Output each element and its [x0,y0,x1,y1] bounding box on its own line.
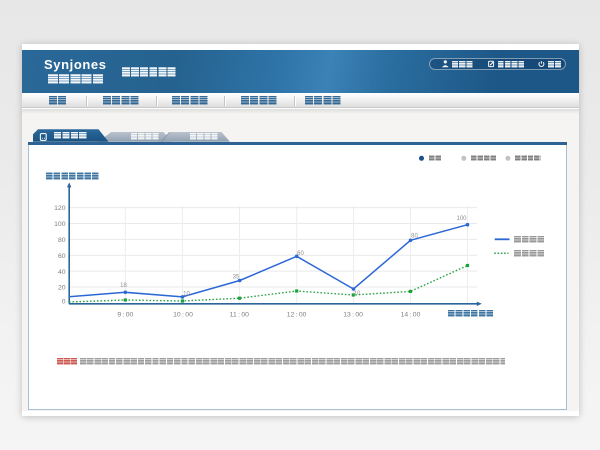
svg-text:9 : 00: 9 : 00 [117,312,133,319]
svg-text:0: 0 [62,298,66,305]
svg-text:18: 18 [120,283,127,289]
svg-text:80: 80 [411,233,418,239]
svg-text:20: 20 [58,285,66,292]
svg-text:120: 120 [54,205,66,212]
svg-text:60: 60 [297,251,304,257]
svg-text:14 : 00: 14 : 00 [401,312,421,319]
svg-text:10 : 00: 10 : 00 [173,312,193,319]
svg-text:11 : 00: 11 : 00 [230,312,249,319]
svg-text:100: 100 [456,216,467,222]
svg-text:10: 10 [183,291,190,297]
svg-text:80: 80 [58,237,66,244]
svg-text:13 : 00: 13 : 00 [343,312,363,319]
svg-text:60: 60 [58,253,66,260]
svg-text:100: 100 [54,221,66,228]
svg-text:12 : 00: 12 : 00 [287,312,307,319]
svg-text:40: 40 [58,269,66,276]
svg-text:35: 35 [233,274,240,280]
svg-text:10: 10 [354,291,361,297]
